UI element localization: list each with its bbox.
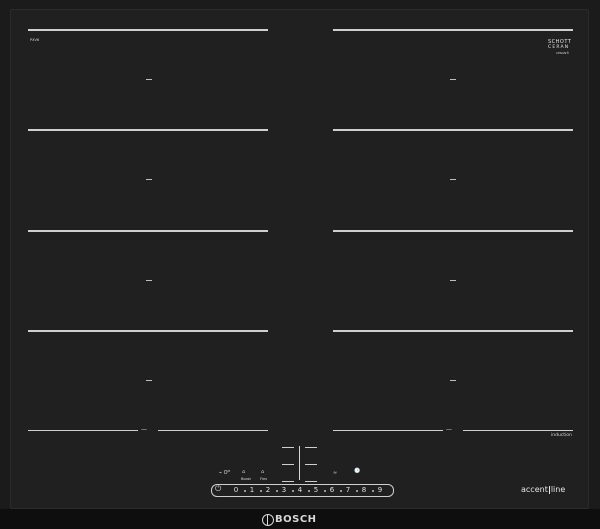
- center-mid-left: [282, 464, 294, 465]
- left-zone-mark-2: [146, 179, 152, 180]
- flex-icon[interactable]: ⌂: [261, 469, 264, 475]
- bosch-wordmark: BOSCH: [275, 514, 317, 525]
- level-2[interactable]: 2: [262, 486, 274, 494]
- ceran-small: CERAN®: [556, 51, 570, 55]
- ceran-brand: CERAN: [548, 45, 570, 50]
- model-code: PXV6: [30, 38, 40, 42]
- right-zone-mark-4: [450, 380, 456, 381]
- right-zone-mark-2: [450, 179, 456, 180]
- accent-divider: [548, 486, 550, 494]
- ceramic-glass-surface: [10, 9, 589, 509]
- bosch-logo-icon: [262, 514, 274, 526]
- right-zone-line-4: [333, 330, 573, 332]
- level-4[interactable]: 4: [294, 486, 306, 494]
- center-top-right: [305, 447, 317, 448]
- left-zone-line-2: [28, 129, 268, 131]
- right-zone-mark-1: [450, 79, 456, 80]
- left-bottom-zone-label: —: [141, 426, 147, 433]
- level-8[interactable]: 8: [358, 486, 370, 494]
- right-bottom-zone-label: —: [446, 426, 452, 433]
- right-zone-mark-3: [450, 280, 456, 281]
- level-3[interactable]: 3: [278, 486, 290, 494]
- child-lock-control[interactable]: ⌁ Oᴹ: [219, 470, 230, 476]
- center-bottom-right: [305, 481, 317, 482]
- left-zone-line-3: [28, 230, 268, 232]
- right-bottom-divider-left: [333, 430, 443, 431]
- left-zone-line-1: [28, 29, 268, 31]
- level-5[interactable]: 5: [310, 486, 322, 494]
- move-function-icon[interactable]: ≈: [333, 470, 337, 476]
- left-bottom-divider-right: [158, 430, 268, 431]
- line-word: line: [550, 485, 566, 494]
- left-zone-line-4: [28, 330, 268, 332]
- right-zone-line-1: [333, 29, 573, 31]
- boost-icon[interactable]: ⌂: [242, 469, 245, 475]
- level-0[interactable]: 0: [230, 486, 242, 494]
- left-bottom-divider-left: [28, 430, 138, 431]
- center-divider: [299, 446, 300, 480]
- right-bottom-divider-right: [463, 430, 573, 431]
- accent-word: accent: [521, 485, 548, 494]
- power-icon[interactable]: ⏻: [215, 485, 221, 493]
- flex-label: Flex: [260, 477, 268, 481]
- center-mid-right: [305, 464, 317, 465]
- accent-line-logo: accent line: [521, 486, 565, 494]
- level-1[interactable]: 1: [246, 486, 258, 494]
- left-zone-mark-4: [146, 380, 152, 381]
- center-bottom-left: [282, 481, 294, 482]
- boost-label: Boost: [241, 477, 251, 481]
- left-zone-mark-1: [146, 79, 152, 80]
- level-6[interactable]: 6: [326, 486, 338, 494]
- center-top-left: [282, 447, 294, 448]
- induction-label: induction: [551, 433, 572, 438]
- level-7[interactable]: 7: [342, 486, 354, 494]
- induction-cooktop: — — PXV6 SCHOTT CERAN CERAN® induction ⌁…: [0, 0, 600, 529]
- right-zone-line-2: [333, 129, 573, 131]
- left-zone-mark-3: [146, 280, 152, 281]
- timer-icon[interactable]: 🕒: [354, 468, 360, 474]
- right-zone-line-3: [333, 230, 573, 232]
- level-9[interactable]: 9: [374, 486, 386, 494]
